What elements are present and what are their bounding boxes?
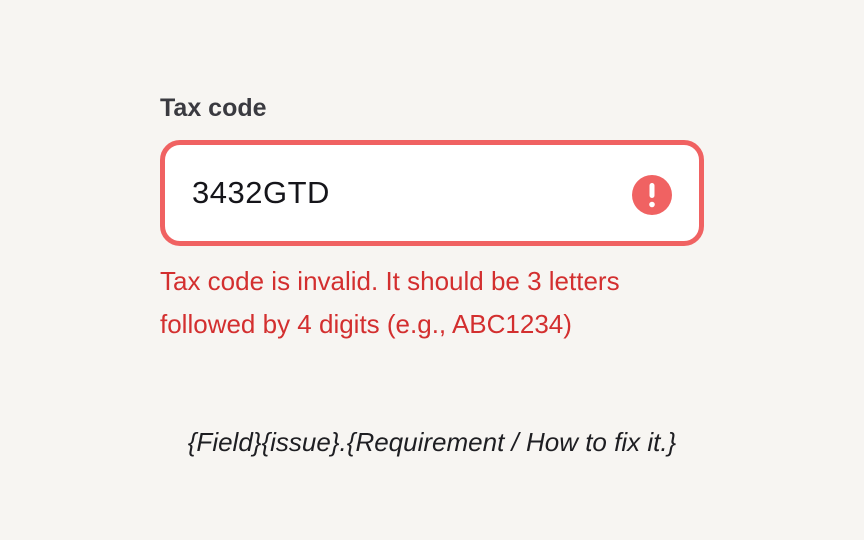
exclamation-circle-icon xyxy=(632,175,672,215)
tax-code-input[interactable]: 3432GTD xyxy=(160,140,704,246)
tax-code-label: Tax code xyxy=(160,94,267,122)
tax-code-input-value[interactable]: 3432GTD xyxy=(192,173,330,213)
error-pattern-template: {Field}{issue}.{Requirement / How to fix… xyxy=(187,427,677,457)
error-message: Tax code is invalid. It should be 3 lett… xyxy=(160,266,620,339)
